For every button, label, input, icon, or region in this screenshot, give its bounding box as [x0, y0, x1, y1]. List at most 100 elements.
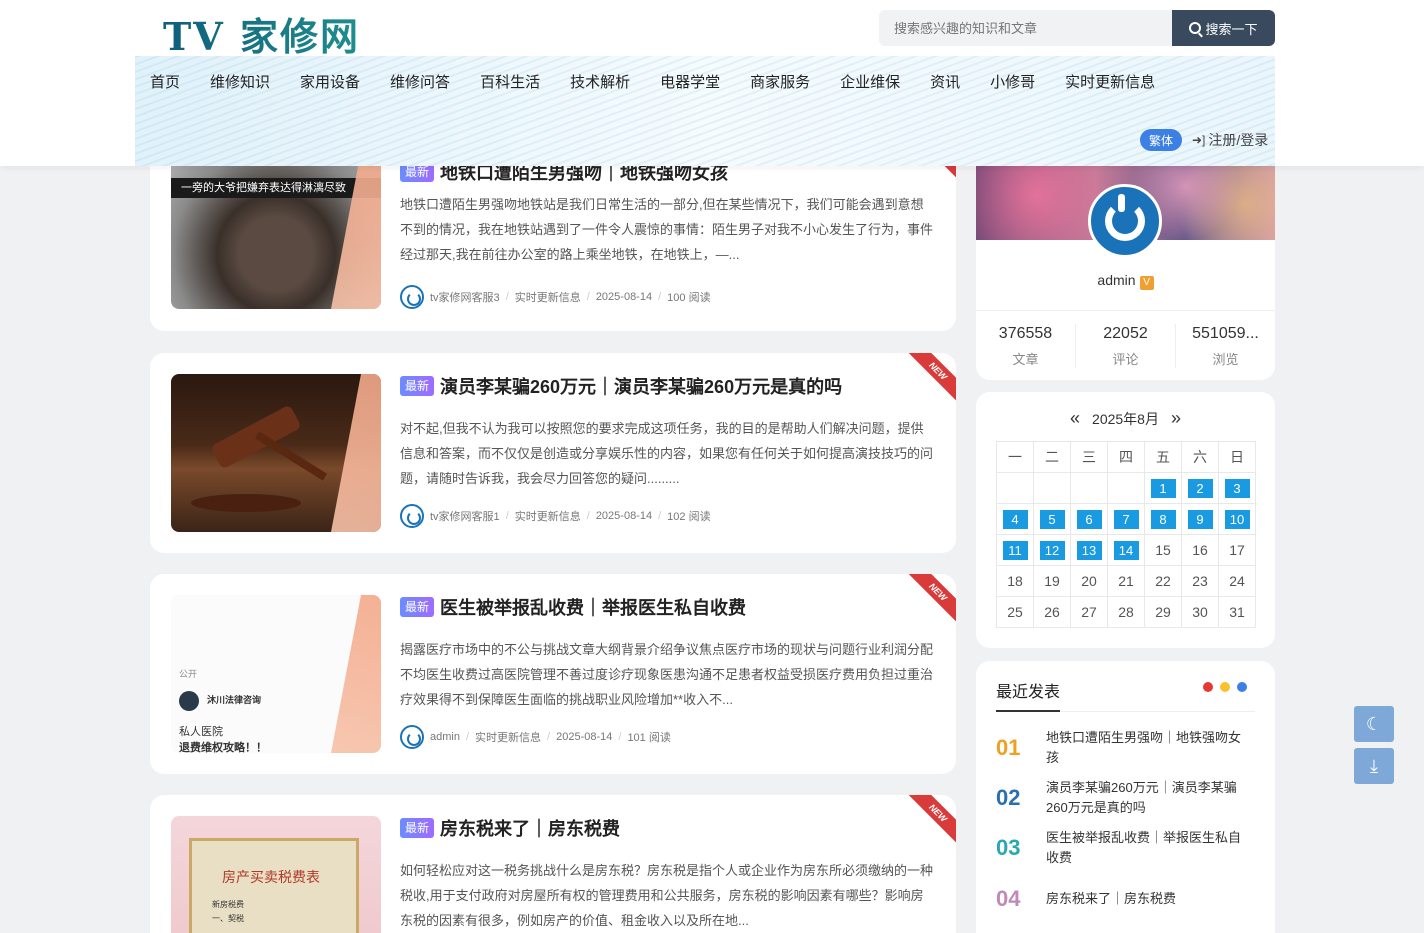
post-category[interactable]: 实时更新信息: [475, 729, 541, 745]
calendar-day[interactable]: 8: [1144, 503, 1182, 535]
post-category[interactable]: 实时更新信息: [515, 508, 581, 524]
calendar-day[interactable]: 3: [1218, 472, 1256, 504]
avatar[interactable]: [1088, 184, 1162, 258]
recent-item[interactable]: 01 地铁口遭陌生男强吻｜地铁强吻女孩: [996, 728, 1255, 768]
nav-item-enterprise-maintenance[interactable]: 企业维保: [840, 72, 900, 94]
recent-link[interactable]: 房东税来了｜房东税费: [1046, 889, 1246, 909]
search-input[interactable]: [879, 10, 1173, 46]
nav-item-news[interactable]: 资讯: [930, 72, 960, 94]
calendar-day[interactable]: 4: [996, 503, 1034, 535]
calendar-day[interactable]: 11: [996, 534, 1034, 566]
calendar-day-link[interactable]: 14: [1113, 540, 1139, 560]
nav-item-home-devices[interactable]: 家用设备: [300, 72, 360, 94]
nav-item-repairman[interactable]: 小修哥: [990, 72, 1035, 94]
download-icon: ⤓: [1370, 755, 1378, 776]
calendar-day: 23: [1181, 565, 1219, 597]
dark-mode-button[interactable]: ☾: [1354, 706, 1394, 742]
recent-item[interactable]: 04 房东税来了｜房东税费: [996, 886, 1255, 912]
calendar-day-link[interactable]: 12: [1039, 540, 1065, 560]
rank-number: 03: [996, 835, 1021, 860]
calendar-day[interactable]: 6: [1070, 503, 1108, 535]
nav-item-home[interactable]: 首页: [150, 72, 180, 94]
post-title[interactable]: 最新 医生被举报乱收费｜举报医生私自收费: [400, 595, 936, 619]
recent-link[interactable]: 演员李某骗260万元｜演员李某骗260万元是真的吗: [1046, 778, 1246, 818]
search-icon: [1189, 22, 1202, 34]
post-title-text[interactable]: 医生被举报乱收费｜举报医生私自收费: [440, 594, 746, 620]
new-badge: 最新: [400, 597, 435, 617]
post-title[interactable]: 最新 演员李某骗260万元｜演员李某骗260万元是真的吗: [400, 374, 936, 398]
profile-name-text[interactable]: admin: [1097, 272, 1135, 288]
calendar-day[interactable]: 14: [1107, 534, 1145, 566]
author-avatar-icon[interactable]: [400, 285, 424, 309]
calendar-day-link[interactable]: 3: [1224, 478, 1250, 498]
post-title-text[interactable]: 演员李某骗260万元｜演员李某骗260万元是真的吗: [440, 373, 842, 399]
login-label[interactable]: 注册/登录: [1208, 130, 1268, 150]
calendar-day-link[interactable]: 1: [1150, 478, 1176, 498]
post-card[interactable]: 最新 演员李某骗260万元｜演员李某骗260万元是真的吗 对不起,但我不认为我可…: [150, 353, 956, 553]
calendar-day-link[interactable]: 2: [1187, 478, 1213, 498]
nav-item-tech-analysis[interactable]: 技术解析: [570, 72, 630, 94]
traditional-chinese-toggle[interactable]: 繁体: [1140, 129, 1182, 151]
post-thumbnail[interactable]: 公开 沐川法律咨询 私人医院 退费维权攻略！！: [171, 595, 381, 753]
post-category[interactable]: 实时更新信息: [515, 289, 581, 305]
site-logo[interactable]: TV 家修网: [163, 6, 360, 61]
post-title-text[interactable]: 房东税来了｜房东税费: [440, 815, 620, 841]
recent-link[interactable]: 地铁口遭陌生男强吻｜地铁强吻女孩: [1046, 728, 1246, 768]
login-link[interactable]: ➜] 注册/登录: [1192, 130, 1268, 150]
calendar-day: 27: [1070, 596, 1108, 628]
calendar-day[interactable]: 13: [1070, 534, 1108, 566]
meta-separator: /: [465, 731, 470, 743]
calendar-next-button[interactable]: »: [1171, 408, 1181, 429]
calendar-day-link[interactable]: 9: [1187, 509, 1213, 529]
calendar-day-link[interactable]: 4: [1002, 509, 1028, 529]
calendar-day[interactable]: 1: [1144, 472, 1182, 504]
recent-item[interactable]: 03 医生被举报乱收费｜举报医生私自收费: [996, 828, 1255, 868]
calendar-prev-button[interactable]: «: [1070, 408, 1080, 429]
login-icon: ➜]: [1192, 133, 1206, 147]
nav-item-repair-knowledge[interactable]: 维修知识: [210, 72, 270, 94]
calendar-day[interactable]: 10: [1218, 503, 1256, 535]
calendar-day[interactable]: 5: [1033, 503, 1071, 535]
post-thumbnail[interactable]: 房产买卖税费表 新房税费 一、契税: [171, 816, 381, 933]
download-button[interactable]: ⤓: [1354, 748, 1394, 784]
nav-item-appliance-school[interactable]: 电器学堂: [660, 72, 720, 94]
weekday-header: 一: [996, 441, 1034, 473]
calendar-day[interactable]: 7: [1107, 503, 1145, 535]
dot-red: [1203, 682, 1213, 692]
calendar-day[interactable]: 2: [1181, 472, 1219, 504]
thumb-caption: 一旁的大爷把嫌弃表达得淋漓尽致: [171, 178, 381, 198]
post-author[interactable]: tv家修网客服3: [430, 289, 500, 305]
nav-item-encyclopedia[interactable]: 百科生活: [480, 72, 540, 94]
calendar-day-link[interactable]: 10: [1224, 509, 1250, 529]
recent-link[interactable]: 医生被举报乱收费｜举报医生私自收费: [1046, 828, 1246, 868]
calendar-day[interactable]: 9: [1181, 503, 1219, 535]
post-card[interactable]: 公开 沐川法律咨询 私人医院 退费维权攻略！！ 最新 医生被举报乱收费｜举报医生…: [150, 574, 956, 774]
calendar-day-link[interactable]: 8: [1150, 509, 1176, 529]
recent-item[interactable]: 02 演员李某骗260万元｜演员李某骗260万元是真的吗: [996, 778, 1255, 818]
post-title[interactable]: 最新 房东税来了｜房东税费: [400, 816, 936, 840]
calendar-day-link[interactable]: 7: [1113, 509, 1139, 529]
author-avatar-icon[interactable]: [400, 725, 424, 749]
calendar-week: 123: [996, 472, 1256, 504]
nav-item-repair-qa[interactable]: 维修问答: [390, 72, 450, 94]
nav-item-merchant-services[interactable]: 商家服务: [750, 72, 810, 94]
thumb-line: 退费维权攻略！！: [179, 742, 267, 753]
calendar-day[interactable]: 12: [1033, 534, 1071, 566]
site-header: TV 家修网 搜索一下 首页 维修知识 家用设备 维修问答 百科生活 技术解析 …: [0, 0, 1424, 166]
calendar-day-link[interactable]: 6: [1076, 509, 1102, 529]
post-thumbnail[interactable]: [171, 374, 381, 532]
nav-item-live-updates[interactable]: 实时更新信息: [1065, 72, 1155, 94]
post-author[interactable]: tv家修网客服1: [430, 508, 500, 524]
calendar-day-link[interactable]: 11: [1002, 540, 1028, 560]
post-meta: tv家修网客服1 / 实时更新信息 / 2025-08-14 / 102 阅读: [400, 504, 711, 528]
post-thumbnail[interactable]: 一旁的大爷把嫌弃表达得淋漓尽致: [171, 151, 381, 309]
profile-name[interactable]: admin V: [976, 272, 1275, 290]
post-author[interactable]: admin: [430, 731, 460, 743]
post-card[interactable]: 房产买卖税费表 新房税费 一、契税 最新 房东税来了｜房东税费 如何轻松应对这一…: [150, 795, 956, 933]
author-avatar-icon[interactable]: [400, 504, 424, 528]
search-button[interactable]: 搜索一下: [1172, 10, 1275, 46]
weekday-header: 四: [1107, 441, 1145, 473]
calendar-header: « 2025年8月 »: [976, 408, 1275, 429]
calendar-day-link[interactable]: 5: [1039, 509, 1065, 529]
calendar-day-link[interactable]: 13: [1076, 540, 1102, 560]
